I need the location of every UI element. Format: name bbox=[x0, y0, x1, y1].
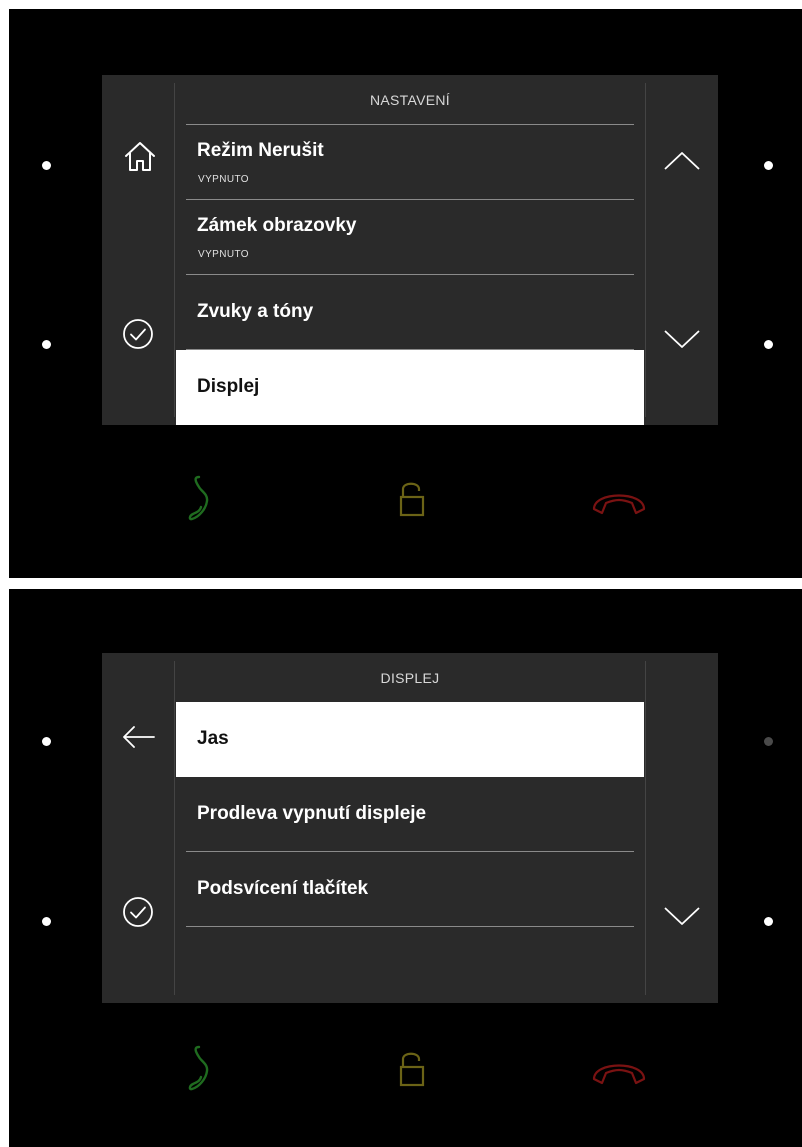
unlock-icon[interactable] bbox=[398, 479, 426, 519]
chevron-down-icon[interactable] bbox=[662, 904, 702, 928]
right-softkey-column bbox=[645, 653, 718, 1003]
menu-item-label: Zámek obrazovky bbox=[197, 215, 357, 236]
menu-item-sounds[interactable]: Zvuky a tóny bbox=[176, 275, 644, 350]
right-softkey-column bbox=[645, 75, 718, 425]
back-arrow-icon[interactable] bbox=[120, 723, 158, 751]
menu-item-value: VYPNUTO bbox=[198, 249, 249, 260]
indicator-dot-left-top[interactable] bbox=[42, 161, 51, 170]
menu-item-value: VYPNUTO bbox=[198, 174, 249, 185]
hang-up-icon[interactable] bbox=[590, 485, 648, 517]
menu-item-label: Režim Nerušit bbox=[197, 140, 324, 161]
check-circle-icon[interactable] bbox=[121, 317, 155, 351]
menu-item-display-timeout[interactable]: Prodleva vypnutí displeje bbox=[176, 777, 644, 852]
item-divider bbox=[186, 926, 634, 927]
intercom-panel-settings: NASTAVENÍ Režim Nerušit VYPNUTO Zámek ob… bbox=[9, 9, 802, 578]
display-screen: NASTAVENÍ Režim Nerušit VYPNUTO Zámek ob… bbox=[102, 75, 718, 425]
menu-item-label: Prodleva vypnutí displeje bbox=[197, 803, 427, 824]
chevron-down-icon[interactable] bbox=[662, 327, 702, 351]
menu-item-do-not-disturb[interactable]: Režim Nerušit VYPNUTO bbox=[176, 125, 644, 200]
home-icon[interactable] bbox=[120, 137, 160, 177]
menu-item-brightness[interactable]: Jas bbox=[176, 702, 644, 777]
menu-item-display[interactable]: Displej bbox=[176, 350, 644, 425]
check-circle-icon[interactable] bbox=[121, 895, 155, 929]
indicator-dot-right-bottom[interactable] bbox=[764, 917, 773, 926]
screen-title: DISPLEJ bbox=[380, 670, 440, 686]
intercom-panel-display: DISPLEJ Jas Prodleva vypnutí displeje Po… bbox=[9, 589, 802, 1147]
call-icon[interactable] bbox=[187, 1041, 227, 1095]
indicator-dot-right-top[interactable] bbox=[764, 161, 773, 170]
left-softkey-column bbox=[102, 75, 175, 425]
menu-item-button-backlight[interactable]: Podsvícení tlačítek bbox=[176, 852, 644, 927]
menu-item-screen-lock[interactable]: Zámek obrazovky VYPNUTO bbox=[176, 200, 644, 275]
left-divider bbox=[174, 83, 175, 417]
call-icon[interactable] bbox=[187, 471, 227, 525]
indicator-dot-left-bottom[interactable] bbox=[42, 917, 51, 926]
unlock-icon[interactable] bbox=[398, 1049, 426, 1089]
hang-up-icon[interactable] bbox=[590, 1055, 648, 1087]
menu-item-label: Podsvícení tlačítek bbox=[197, 878, 369, 899]
indicator-dot-right-top[interactable] bbox=[764, 737, 773, 746]
indicator-dot-left-bottom[interactable] bbox=[42, 340, 51, 349]
menu-item-label: Jas bbox=[197, 728, 229, 749]
left-divider bbox=[174, 661, 175, 995]
menu-item-label: Displej bbox=[197, 376, 260, 397]
left-softkey-column bbox=[102, 653, 175, 1003]
indicator-dot-left-top[interactable] bbox=[42, 737, 51, 746]
chevron-up-icon[interactable] bbox=[662, 149, 702, 173]
display-screen: DISPLEJ Jas Prodleva vypnutí displeje Po… bbox=[102, 653, 718, 1003]
indicator-dot-right-bottom[interactable] bbox=[764, 340, 773, 349]
screen-title: NASTAVENÍ bbox=[370, 92, 450, 108]
menu-item-label: Zvuky a tóny bbox=[197, 301, 314, 322]
